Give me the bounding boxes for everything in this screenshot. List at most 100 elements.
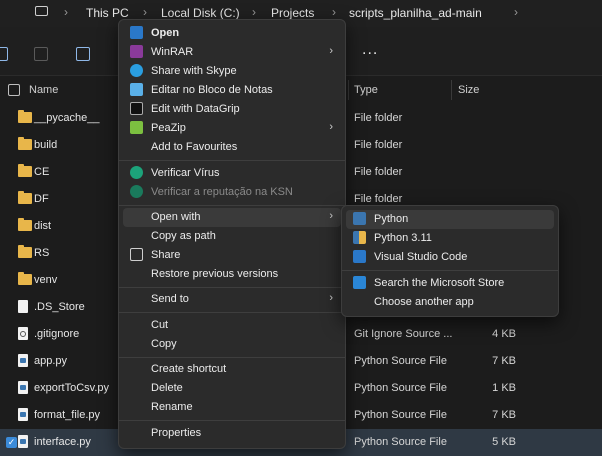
menu-open-with-label: Open with (151, 211, 201, 223)
menu-separator (119, 420, 345, 421)
file-name: DF (34, 193, 49, 205)
file-type: Python Source File (354, 409, 447, 421)
file-size: 7 KB (492, 409, 516, 421)
menu-separator (119, 357, 345, 358)
file-name: dist (34, 220, 52, 232)
folder-icon (18, 164, 32, 177)
menu-verificar-virus[interactable]: Verificar Vírus (123, 164, 341, 183)
folder-icon (18, 218, 32, 231)
submenu-store[interactable]: Search the Microsoft Store (346, 274, 554, 293)
submenu-python311-label: Python 3.11 (374, 232, 432, 244)
chevron-right-icon: › (329, 121, 333, 133)
file-name: .DS_Store (34, 301, 85, 313)
vscode-icon (130, 26, 143, 39)
breadcrumb-this-pc[interactable]: This PC (86, 6, 129, 20)
menu-properties[interactable]: Properties (123, 424, 341, 443)
kaspersky-icon (130, 166, 143, 179)
chevron-right-icon[interactable]: › (514, 5, 518, 19)
menu-add-favourites[interactable]: Add to Favourites (123, 138, 341, 157)
menu-winrar[interactable]: WinRAR › (123, 43, 341, 62)
breadcrumb-projects[interactable]: Projects (271, 6, 314, 20)
menu-send-to[interactable]: Send to › (123, 290, 341, 309)
chevron-right-icon: › (329, 210, 333, 222)
rename-icon[interactable] (76, 47, 90, 61)
winrar-icon (130, 45, 143, 58)
menu-add-favourites-label: Add to Favourites (151, 141, 238, 153)
computer-icon[interactable] (35, 6, 48, 16)
file-name: .gitignore (34, 328, 80, 340)
python-file-icon (18, 435, 28, 449)
submenu-python[interactable]: Python (346, 210, 554, 229)
python-icon (353, 231, 366, 244)
menu-restore[interactable]: Restore previous versions (123, 265, 341, 284)
file-size: 5 KB (492, 436, 516, 448)
menu-delete-label: Delete (151, 382, 183, 394)
breadcrumb-local-disk[interactable]: Local Disk (C:) (161, 6, 240, 20)
menu-create-shortcut-label: Create shortcut (151, 363, 227, 375)
menu-notepad[interactable]: Editar no Bloco de Notas (123, 81, 341, 100)
delete-icon[interactable] (34, 47, 48, 61)
file-icon (18, 300, 28, 314)
file-type: File folder (354, 112, 403, 124)
python-file-icon (18, 354, 28, 368)
menu-properties-label: Properties (151, 427, 202, 439)
more-options-button[interactable]: ... (362, 41, 378, 59)
file-type: Python Source File (354, 355, 447, 367)
menu-share[interactable]: Share (123, 246, 341, 265)
menu-separator (119, 287, 345, 288)
menu-delete[interactable]: Delete (123, 379, 341, 398)
column-type[interactable]: Type (354, 84, 378, 96)
select-all-checkbox[interactable] (8, 84, 20, 96)
file-name: exportToCsv.py (34, 382, 109, 394)
menu-copy-path[interactable]: Copy as path (123, 227, 341, 246)
vscode-icon (353, 250, 366, 263)
menu-copy-path-label: Copy as path (151, 230, 216, 242)
folder-icon (18, 137, 32, 150)
submenu-vscode[interactable]: Visual Studio Code (346, 248, 554, 267)
menu-share-skype[interactable]: Share with Skype (123, 62, 341, 81)
submenu-choose-app[interactable]: Choose another app (346, 293, 554, 312)
row-checkbox[interactable]: ✓ (6, 437, 17, 448)
menu-open[interactable]: Open (123, 24, 341, 43)
menu-separator (119, 160, 345, 161)
menu-verificar-virus-label: Verificar Vírus (151, 167, 220, 179)
column-name[interactable]: Name (29, 84, 58, 96)
file-type: Python Source File (354, 382, 447, 394)
file-name: build (34, 139, 58, 151)
menu-create-shortcut[interactable]: Create shortcut (123, 360, 341, 379)
menu-separator (342, 270, 558, 271)
file-name: format_file.py (34, 409, 101, 421)
menu-separator (119, 312, 345, 313)
menu-open-with[interactable]: Open with › (123, 208, 341, 227)
menu-share-label: Share (151, 249, 181, 261)
menu-winrar-label: WinRAR (151, 46, 194, 58)
menu-datagrip[interactable]: Edit with DataGrip (123, 100, 341, 119)
cut-icon[interactable] (0, 47, 8, 61)
menu-cut[interactable]: Cut (123, 316, 341, 335)
submenu-python311[interactable]: Python 3.11 (346, 229, 554, 248)
folder-icon (18, 191, 32, 204)
file-type: Python Source File (354, 436, 447, 448)
file-icon (18, 327, 28, 341)
file-name: __pycache__ (34, 112, 100, 124)
chevron-right-icon: › (143, 5, 147, 19)
column-divider[interactable] (451, 80, 452, 100)
column-size[interactable]: Size (458, 84, 479, 96)
menu-cut-label: Cut (151, 319, 169, 331)
chevron-right-icon: › (252, 5, 256, 19)
chevron-right-icon: › (329, 45, 333, 57)
file-name: RS (34, 247, 50, 259)
menu-copy-label: Copy (151, 338, 177, 350)
breadcrumb-current-folder[interactable]: scripts_planilha_ad-main (349, 6, 482, 20)
folder-icon (18, 245, 32, 258)
python-icon (353, 212, 366, 225)
menu-peazip[interactable]: PeaZip › (123, 119, 341, 138)
menu-notepad-label: Editar no Bloco de Notas (151, 84, 273, 96)
menu-separator (119, 205, 345, 206)
column-divider[interactable] (348, 80, 349, 100)
menu-copy[interactable]: Copy (123, 335, 341, 354)
menu-rename-label: Rename (151, 401, 193, 413)
menu-rename[interactable]: Rename (123, 398, 341, 417)
peazip-icon (130, 121, 143, 134)
menu-share-skype-label: Share with Skype (151, 65, 237, 77)
